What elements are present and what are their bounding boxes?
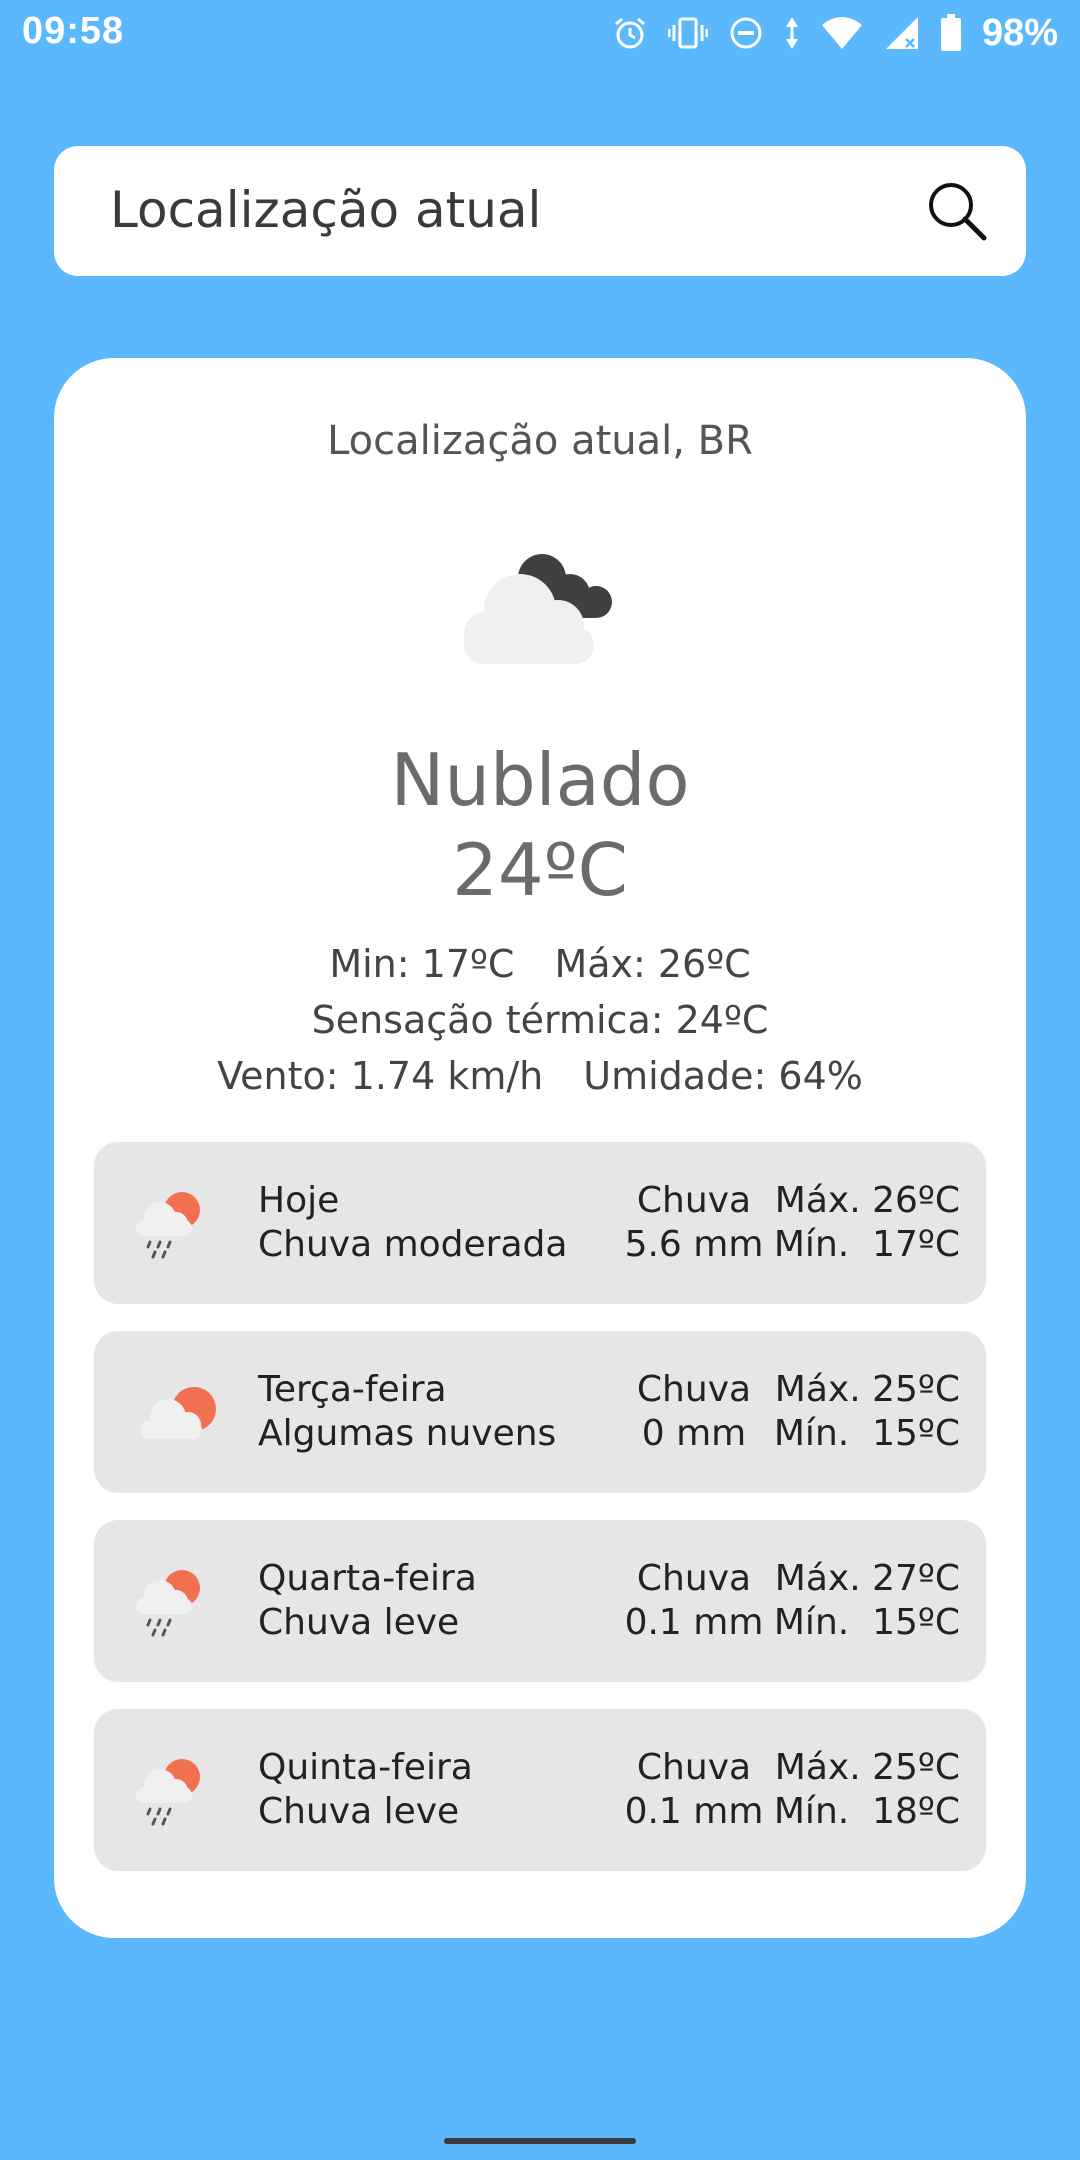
forecast-day: Quarta-feira — [258, 1558, 477, 1599]
search-icon[interactable] — [924, 178, 990, 244]
status-icons: 98% — [612, 10, 1058, 56]
current-details: Min: 17ºC Máx: 26ºC Sensação térmica: 24º… — [54, 936, 1026, 1104]
forecast-description: Chuva leve — [258, 1602, 460, 1643]
vibrate-icon — [667, 17, 708, 49]
signal-icon — [885, 17, 918, 49]
forecast-min: Mín. 17ºC — [773, 1224, 960, 1265]
humidity: Umidade: 64% — [583, 1054, 863, 1098]
forecast-min: Mín. 15ºC — [773, 1413, 960, 1454]
wind-humidity-row: Vento: 1.74 km/h Umidade: 64% — [54, 1048, 1026, 1104]
forecast-max: Máx. 25ºC — [774, 1369, 960, 1410]
max-temperature: Máx: 26ºC — [554, 942, 751, 986]
forecast-rain-value: 0.1 mm — [624, 1791, 764, 1832]
forecast-max: Máx. 25ºC — [774, 1747, 960, 1788]
forecast-min: Mín. 15ºC — [773, 1602, 960, 1643]
current-weather-card: Localização atual, BR Nublado 24ºC Min: … — [54, 358, 1026, 1938]
forecast-day: Hoje — [258, 1180, 340, 1221]
forecast-rain-label: Chuva — [636, 1747, 752, 1788]
rain-sun-icon — [136, 1570, 200, 1637]
forecast-min: Mín. 18ºC — [773, 1791, 960, 1832]
forecast-max: Máx. 27ºC — [774, 1558, 960, 1599]
forecast-day: Terça-feira — [258, 1369, 447, 1410]
forecast-description: Chuva moderada — [258, 1224, 568, 1265]
location-label: Localização atual, BR — [327, 418, 753, 464]
forecast-max: Máx. 26ºC — [774, 1180, 960, 1221]
rain-sun-icon — [136, 1192, 200, 1259]
forecast-row[interactable]: Terça-feira Algumas nuvens Chuva 0 mm Má… — [94, 1331, 986, 1493]
dnd-icon — [730, 17, 762, 49]
min-max-row: Min: 17ºC Máx: 26ºC — [54, 936, 1026, 992]
search-bar[interactable]: Localização atual — [54, 146, 1026, 276]
forecast-rain-value: 0.1 mm — [624, 1602, 764, 1643]
search-input[interactable]: Localização atual — [110, 181, 541, 239]
gesture-nav-handle[interactable] — [444, 2138, 636, 2144]
battery-icon — [940, 14, 961, 51]
forecast-rain-value: 5.6 mm — [624, 1224, 764, 1265]
current-condition: Nublado — [390, 738, 690, 822]
forecast-row[interactable]: Hoje Chuva moderada Chuva 5.6 mm Máx. 26… — [94, 1142, 986, 1304]
forecast-day: Quinta-feira — [258, 1747, 473, 1788]
forecast-rain-label: Chuva — [636, 1180, 752, 1221]
forecast-rain-label: Chuva — [636, 1558, 752, 1599]
wifi-icon — [821, 17, 862, 49]
data-arrows-icon — [785, 17, 798, 49]
forecast-row[interactable]: Quarta-feira Chuva leve Chuva 0.1 mm Máx… — [94, 1520, 986, 1682]
forecast-rain-label: Chuva — [636, 1369, 752, 1410]
current-temperature: 24ºC — [452, 828, 628, 912]
forecast-rain-value: 0 mm — [641, 1413, 747, 1454]
partly-cloudy-icon — [140, 1387, 216, 1439]
alarm-icon — [614, 17, 645, 49]
min-temperature: Min: 17ºC — [329, 942, 515, 986]
cloudy-icon — [464, 554, 612, 664]
battery-percent: 98% — [981, 11, 1058, 54]
forecast-description: Algumas nuvens — [258, 1413, 557, 1454]
forecast-description: Chuva leve — [258, 1791, 460, 1832]
status-time: 09:58 — [22, 10, 125, 52]
feels-like: Sensação térmica: 24ºC — [311, 998, 769, 1042]
rain-sun-icon — [136, 1759, 200, 1826]
forecast-row[interactable]: Quinta-feira Chuva leve Chuva 0.1 mm Máx… — [94, 1709, 986, 1871]
wind-speed: Vento: 1.74 km/h — [217, 1054, 544, 1098]
status-bar: 09:58 98% — [0, 0, 1080, 66]
